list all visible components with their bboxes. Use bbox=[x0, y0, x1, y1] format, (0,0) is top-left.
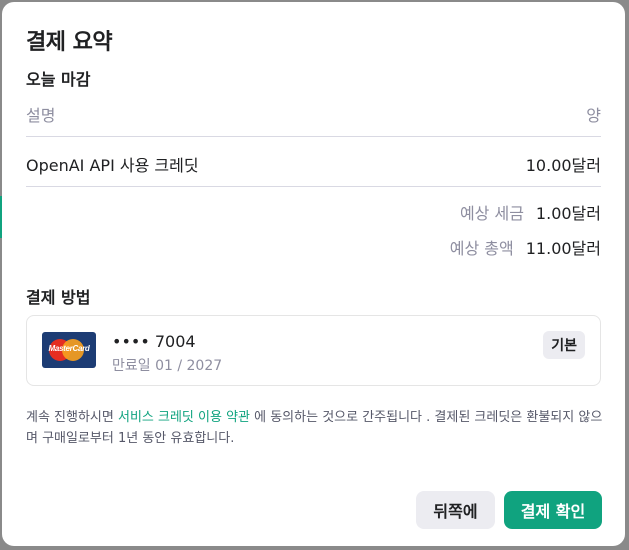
due-today-heading: 오늘 마감 bbox=[26, 70, 91, 89]
modal-title: 결제 요약 bbox=[26, 30, 113, 55]
card-expiry: 만료일 01 / 2027 bbox=[112, 358, 223, 374]
estimated-total-label: 예상 총액 bbox=[449, 239, 514, 258]
payment-method-heading: 결제 방법 bbox=[26, 288, 91, 307]
mastercard-logo-text: MasterCard bbox=[48, 344, 90, 353]
estimated-tax-value: 1.00달러 bbox=[535, 204, 601, 223]
column-amount-label: 양 bbox=[586, 106, 601, 125]
estimated-tax-label: 예상 세금 bbox=[459, 204, 524, 223]
card-masked-number: •••• 7004 bbox=[112, 332, 196, 351]
back-button[interactable]: 뒤쪽에 bbox=[416, 491, 495, 529]
estimated-tax-row: 예상 세금 1.00달러 bbox=[460, 200, 601, 224]
terms-notice: 계속 진행하시면 서비스 크레딧 이용 약관 에 동의하는 것으로 간주됩니다 … bbox=[26, 407, 604, 449]
payment-card[interactable]: MasterCard •••• 7004 만료일 01 / 2027 기본 bbox=[26, 315, 601, 386]
confirm-payment-button[interactable]: 결제 확인 bbox=[504, 491, 602, 529]
column-description-label: 설명 bbox=[26, 106, 56, 125]
estimated-total-value: 11.00달러 bbox=[525, 239, 601, 258]
mastercard-icon: MasterCard bbox=[42, 332, 96, 368]
line-item-description: OpenAI API 사용 크레딧 bbox=[26, 156, 199, 175]
line-items-header: 설명 양 bbox=[26, 102, 601, 126]
divider bbox=[26, 136, 601, 137]
payment-summary-modal: 결제 요약 오늘 마감 설명 양 OpenAI API 사용 크레딧 10.00… bbox=[2, 2, 625, 546]
default-badge: 기본 bbox=[543, 331, 585, 359]
line-item-row: OpenAI API 사용 크레딧 10.00달러 bbox=[26, 152, 601, 176]
divider bbox=[26, 186, 601, 187]
service-credit-terms-link[interactable]: 서비스 크레딧 이용 약관 bbox=[118, 410, 250, 425]
terms-prefix: 계속 진행하시면 bbox=[26, 410, 118, 425]
estimated-total-row: 예상 총액 11.00달러 bbox=[450, 235, 601, 259]
line-item-amount: 10.00달러 bbox=[525, 156, 601, 175]
